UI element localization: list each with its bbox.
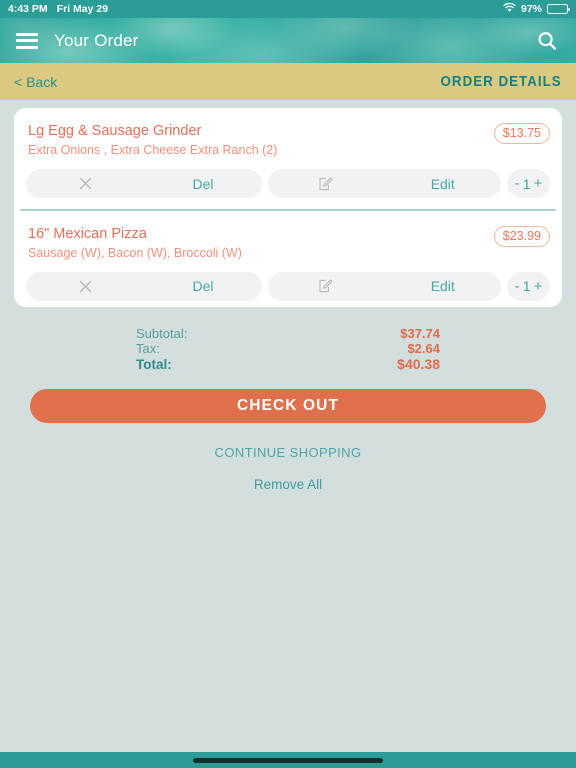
tax-value: $2.64 [407, 341, 440, 357]
menu-bar-3 [16, 45, 38, 49]
order-item-actions: Del Edit - 1 + [24, 169, 552, 198]
status-bar-right: 97% [503, 2, 571, 16]
total-label: Total: [136, 356, 172, 372]
quantity-increase-button[interactable]: + [534, 279, 543, 294]
delete-item-button[interactable]: Del [26, 169, 262, 198]
menu-bar-2 [16, 39, 38, 42]
edit-item-label: Edit [430, 175, 455, 192]
order-item-name: Lg Egg & Sausage Grinder [28, 123, 202, 139]
total-row: Total: $40.38 [136, 355, 440, 373]
order-item-actions: Del Edit - 1 + [24, 271, 552, 301]
tax-label: Tax: [136, 341, 160, 357]
menu-bar-1 [16, 32, 38, 36]
order-item-price-badge: $13.75 [493, 123, 550, 144]
close-x-icon [26, 177, 144, 190]
order-item-options: Sausage (W), Bacon (W), Broccoli (W) [28, 245, 242, 260]
order-item-name: 16" Mexican Pizza [28, 225, 147, 242]
item-divider [20, 209, 556, 211]
status-bar: 4:43 PM Fri May 29 97% [0, 0, 576, 18]
quantity-stepper: - 1 + [507, 271, 550, 301]
order-item-text: Lg Egg & Sausage Grinder Extra Onions , … [28, 122, 494, 159]
delete-item-button[interactable]: Del [26, 271, 262, 301]
edit-item-button[interactable]: Edit [268, 271, 501, 301]
delete-item-label: Del [192, 278, 214, 295]
quantity-decrease-button[interactable]: - [515, 279, 520, 294]
sub-header: < Back ORDER DETAILS [0, 63, 576, 100]
order-item-price-badge: $23.99 [493, 225, 550, 247]
wifi-icon [503, 2, 516, 16]
tax-row: Tax: $2.64 [136, 341, 440, 357]
edit-item-label: Edit [430, 278, 455, 295]
close-x-icon [26, 280, 144, 293]
app-header: Your Order [0, 18, 576, 63]
status-time: 4:43 PM [8, 3, 48, 15]
order-item: 16" Mexican Pizza Sausage (W), Bacon (W)… [14, 221, 562, 301]
quantity-increase-button[interactable]: + [534, 176, 543, 191]
quantity-stepper: - 1 + [507, 169, 550, 198]
quantity-value: 1 [522, 278, 531, 295]
hamburger-menu-icon[interactable] [16, 32, 38, 49]
main-content: Lg Egg & Sausage Grinder Extra Onions , … [0, 100, 576, 752]
delete-item-label: Del [192, 175, 214, 192]
order-totals: Subtotal: $37.74 Tax: $2.64 Total: $40.3… [136, 326, 440, 373]
continue-shopping-link[interactable]: CONTINUE SHOPPING [14, 445, 562, 460]
order-details-title: ORDER DETAILS [440, 73, 562, 90]
back-button[interactable]: < Back [14, 74, 57, 90]
search-icon[interactable] [534, 28, 560, 54]
subtotal-row: Subtotal: $37.74 [136, 326, 440, 342]
order-item-header: Lg Egg & Sausage Grinder Extra Onions , … [24, 118, 552, 159]
home-indicator[interactable] [193, 757, 383, 763]
app-screen: 4:43 PM Fri May 29 97% Your Order < Back… [0, 0, 576, 768]
subtotal-label: Subtotal: [136, 325, 188, 341]
pencil-square-icon [268, 176, 385, 191]
order-item-header: 16" Mexican Pizza Sausage (W), Bacon (W)… [24, 221, 552, 262]
order-items-card: Lg Egg & Sausage Grinder Extra Onions , … [14, 108, 562, 307]
remove-all-link[interactable]: Remove All [14, 477, 562, 492]
quantity-decrease-button[interactable]: - [515, 176, 520, 191]
page-title: Your Order [54, 30, 139, 50]
battery-icon [547, 4, 571, 14]
order-item-options: Extra Onions , Extra Cheese Extra Ranch … [28, 143, 278, 157]
order-item: Lg Egg & Sausage Grinder Extra Onions , … [14, 118, 562, 198]
check-out-button[interactable]: CHECK OUT [30, 389, 546, 424]
home-bar [0, 752, 576, 768]
total-value: $40.38 [397, 355, 440, 372]
edit-item-button[interactable]: Edit [268, 169, 501, 198]
order-item-text: 16" Mexican Pizza Sausage (W), Bacon (W)… [28, 225, 494, 262]
status-date: Fri May 29 [56, 3, 109, 15]
pencil-square-icon [268, 279, 385, 293]
quantity-value: 1 [522, 175, 531, 192]
subtotal-value: $37.74 [400, 325, 440, 341]
battery-percent-label: 97% [520, 3, 542, 15]
status-bar-left: 4:43 PM Fri May 29 [8, 3, 108, 15]
